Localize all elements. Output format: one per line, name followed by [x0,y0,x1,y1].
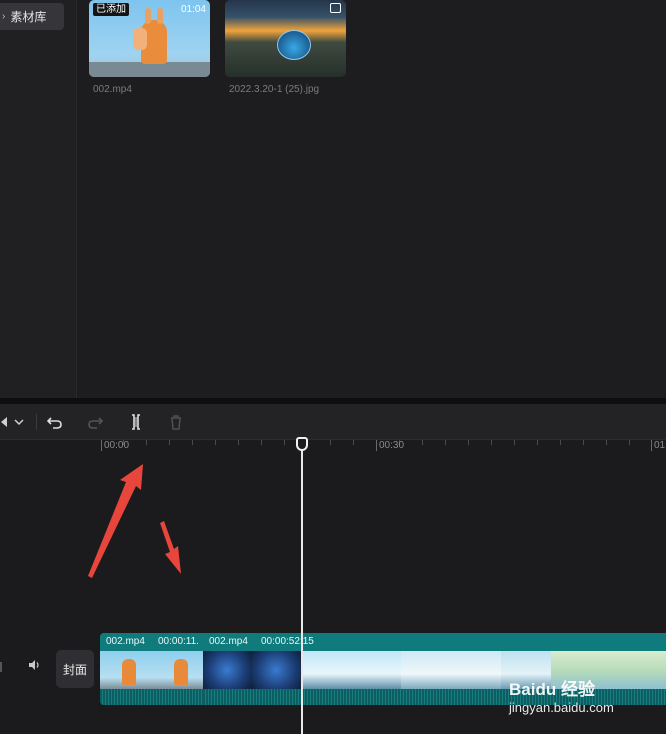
ruler-label: 00:00 [104,440,130,451]
cover-button[interactable]: 封面 [56,650,94,688]
ruler-label: 00:30 [379,440,405,451]
clip-name: 002.mp4 [209,636,248,647]
audio-waveform [100,689,203,705]
video-duration: 01:04 [180,4,206,15]
clip-filmstrip [203,651,666,689]
video-clip[interactable]: 002.mp4 00:00:52:15 [203,633,666,705]
speaker-icon[interactable] [26,659,44,675]
media-thumbnail-video[interactable]: 已添加 01:04 [89,0,210,77]
chevron-right-icon: › [2,11,6,22]
trash-icon[interactable] [167,413,185,431]
playhead[interactable] [301,445,303,734]
clip-name: 002.mp4 [106,636,145,647]
video-clip[interactable]: 002.mp4 00:00:11. [100,633,203,705]
watermark-brand: Baidu 经验 [509,680,595,699]
ruler-label: 01 [654,440,666,451]
split-icon[interactable] [127,413,145,431]
library-tab[interactable]: › 素材库 [0,3,64,30]
added-badge: 已添加 [93,3,129,16]
clip-duration: 00:00:52:15 [261,636,314,647]
media-filename: 002.mp4 [93,84,132,95]
clip-filmstrip [100,651,203,689]
timeline-toolbar [0,404,666,440]
redo-icon[interactable] [86,413,104,431]
pointer-select-icon[interactable] [0,413,10,431]
watermark-url: jingyan.baidu.com [509,700,614,715]
image-icon [330,3,341,13]
timeline-ruler[interactable]: 00:00 00:30 01 [0,440,666,454]
media-thumbnail-image[interactable] [225,0,346,77]
toolbar-separator [36,414,37,430]
library-sidebar: › 素材库 [0,0,77,398]
media-filename: 2022.3.20-1 (25).jpg [229,84,320,95]
undo-icon[interactable] [46,413,64,431]
library-tab-label: 素材库 [10,10,47,24]
chevron-down-icon[interactable] [12,413,26,431]
track-lock-icon[interactable] [0,662,2,672]
clip-duration: 00:00:11. [158,636,199,647]
playhead-handle[interactable] [296,437,308,451]
